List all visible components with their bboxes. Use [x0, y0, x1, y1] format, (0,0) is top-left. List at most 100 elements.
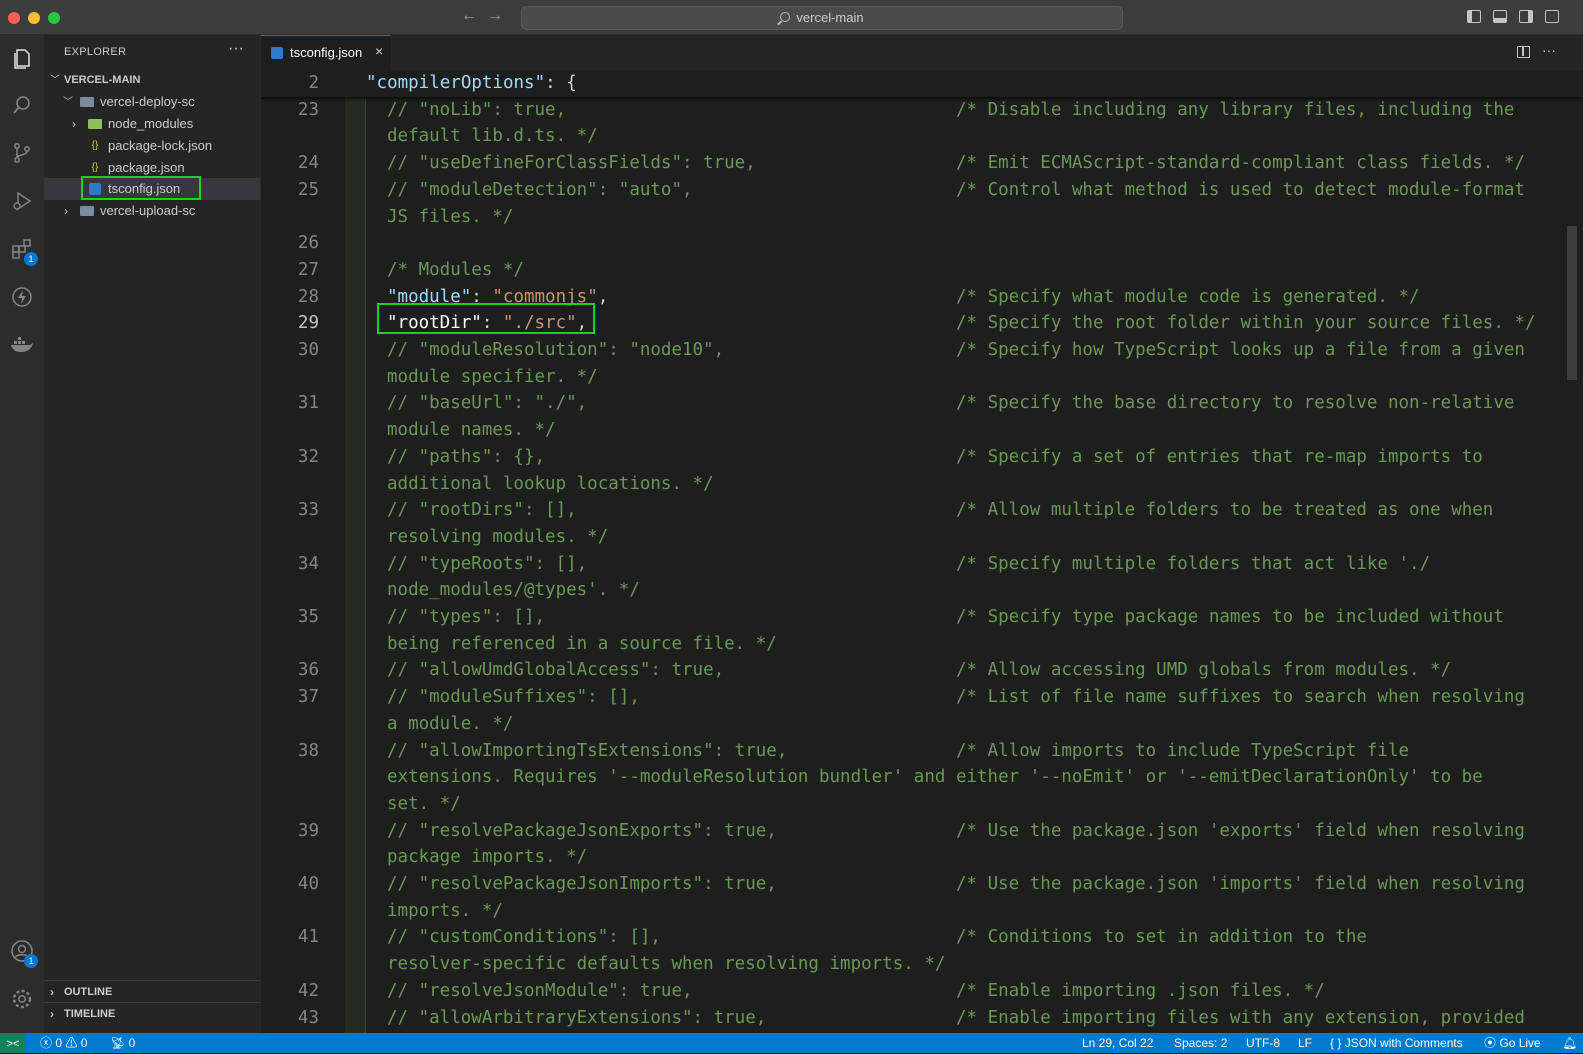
json-key: "compilerOptions": [366, 73, 546, 93]
minimize-window-button[interactable]: [28, 12, 40, 24]
tree-item-package-lock-json[interactable]: {} package-lock.json: [44, 135, 260, 157]
chevron-down-icon: ﹀: [63, 97, 73, 108]
wrapped-comment: JS files. */: [387, 206, 514, 227]
end-of-line[interactable]: LF: [1298, 1033, 1312, 1053]
status-bar: >< ⓧ 0 ⚠ 0 📡︎ 0 Ln 29, Col 22 Spaces: 2 …: [0, 1033, 1583, 1053]
line-code: // "moduleResolution": "node10",: [387, 340, 725, 360]
wrapped-comment: being referenced in a source file. */: [387, 633, 777, 654]
outline-label: OUTLINE: [64, 986, 113, 998]
ports-indicator[interactable]: 📡︎ 0: [110, 1033, 135, 1053]
language-label: JSON with Comments: [1344, 1036, 1463, 1050]
tree-item-label: package-lock.json: [108, 138, 213, 153]
gear-icon[interactable]: [8, 985, 36, 1013]
command-center-search[interactable]: vercel-main: [521, 6, 1123, 30]
sticky-scroll-header[interactable]: 2 "compilerOptions": {: [261, 70, 1583, 97]
close-window-button[interactable]: [8, 12, 20, 24]
run-debug-icon[interactable]: [8, 187, 36, 215]
problems-indicator[interactable]: ⓧ 0 ⚠ 0: [40, 1033, 87, 1053]
line-code: // "paths": {},: [387, 446, 546, 467]
chevron-right-icon: ›: [50, 1007, 54, 1021]
tree-item-package-json[interactable]: {} package.json: [44, 157, 260, 179]
json-key: "module": [387, 286, 472, 307]
customize-layout-icon[interactable]: [1545, 10, 1559, 23]
line-code: // "allowUmdGlobalAccess": true,: [387, 660, 725, 681]
chevron-down-icon: ﹀: [50, 75, 60, 86]
toggle-secondary-sidebar-icon[interactable]: [1519, 10, 1533, 23]
line-comment: /* Specify multiple folders that act lik…: [956, 553, 1431, 574]
line-comment: /* Allow imports to include TypeScript f…: [956, 740, 1410, 761]
line-comment: /* Specify how TypeScript looks up a fil…: [956, 340, 1525, 360]
go-live-button[interactable]: ⦿ Go Live: [1484, 1033, 1541, 1053]
workspace-root[interactable]: ﹀ VERCEL-MAIN: [44, 69, 260, 91]
zoom-window-button[interactable]: [48, 12, 60, 24]
editor-tab-bar: tsconfig.json × ···: [261, 35, 1583, 70]
timeline-section[interactable]: › TIMELINE: [44, 1002, 260, 1025]
line-code: /* Modules */: [387, 259, 524, 280]
line-code: // "noLib": true,: [387, 99, 567, 120]
tree-item-vercel-upload-sc[interactable]: › vercel-upload-sc: [44, 200, 260, 222]
toggle-panel-icon[interactable]: [1493, 10, 1507, 23]
editor-more-actions-icon[interactable]: ···: [1542, 42, 1556, 58]
chevron-right-icon: ›: [50, 985, 54, 999]
accounts-badge: 1: [24, 954, 38, 968]
folder-icon: [88, 119, 102, 129]
docker-icon[interactable]: [8, 331, 36, 359]
line-number: 34: [297, 553, 319, 574]
extensions-badge: 1: [24, 252, 38, 266]
line-number: 38: [297, 740, 319, 761]
toggle-sidebar-icon[interactable]: [1467, 10, 1481, 23]
back-arrow-icon[interactable]: ←: [461, 7, 477, 25]
line-number: 31: [297, 393, 319, 414]
chevron-right-icon: ›: [72, 117, 76, 131]
extensions-icon[interactable]: 1: [8, 235, 38, 266]
tree-item-vercel-deploy-sc[interactable]: ﹀ vercel-deploy-sc: [44, 91, 260, 113]
line-comment: /* Enable importing files with any exten…: [956, 1007, 1525, 1028]
line-code: // "allowArbitraryExtensions": true,: [387, 1007, 767, 1028]
source-control-icon[interactable]: [8, 139, 36, 167]
line-number: 29: [297, 313, 319, 334]
tree-item-node-modules[interactable]: › node_modules: [44, 113, 260, 135]
wrapped-comment: resolving modules. */: [387, 526, 609, 547]
line-comment: /* Allow multiple folders to be treated …: [956, 500, 1494, 521]
accounts-icon[interactable]: 1: [8, 937, 38, 968]
line-number: 25: [297, 179, 319, 200]
line-comment: /* Specify the base directory to resolve…: [956, 393, 1515, 414]
line-code: // "typeRoots": [],: [387, 553, 588, 574]
line-comment: /* List of file name suffixes to search …: [956, 687, 1525, 708]
language-mode[interactable]: { } JSON with Comments: [1330, 1033, 1463, 1053]
code-editor[interactable]: 2 "compilerOptions": { 23 // "noLib": tru…: [261, 70, 1583, 1033]
tree-item-tsconfig-json[interactable]: tsconfig.json: [44, 178, 260, 200]
indent-guide: [345, 96, 365, 1033]
outline-section[interactable]: › OUTLINE: [44, 980, 260, 1003]
wrapped-comment: imports. */: [387, 900, 503, 921]
notifications-icon[interactable]: 🔔︎: [1562, 1033, 1577, 1053]
activity-bar: 1 1: [0, 35, 44, 1033]
line-comment: /* Specify a set of entries that re-map …: [956, 446, 1483, 467]
punctuation: :: [471, 286, 493, 307]
line-code: // "types": [],: [387, 607, 546, 627]
line-comment: /* Conditions to set in addition to the: [956, 927, 1367, 948]
line-comment: /* Specify type package names to be incl…: [956, 607, 1504, 627]
remote-indicator[interactable]: ><: [0, 1033, 26, 1053]
cursor-position[interactable]: Ln 29, Col 22: [1082, 1033, 1153, 1053]
line-number: 35: [297, 607, 319, 627]
forward-arrow-icon[interactable]: →: [487, 7, 503, 25]
lightning-icon[interactable]: [8, 283, 36, 311]
encoding[interactable]: UTF-8: [1246, 1033, 1280, 1053]
tab-tsconfig-json[interactable]: tsconfig.json ×: [261, 35, 391, 70]
wrapped-comment: extensions. Requires '--moduleResolution…: [387, 767, 1483, 788]
explorer-icon[interactable]: [8, 45, 36, 73]
close-tab-icon[interactable]: ×: [375, 43, 383, 59]
tsconfig-file-icon: [271, 47, 283, 59]
tree-item-label: package.json: [108, 160, 185, 175]
json-file-icon: {}: [91, 140, 99, 151]
more-actions-button[interactable]: ···: [228, 40, 244, 58]
indent-guide-line: [365, 96, 366, 1033]
title-bar: ← → vercel-main: [0, 0, 1583, 35]
line-comment: /* Allow accessing UMD globals from modu…: [956, 660, 1452, 681]
vertical-scrollbar-thumb[interactable]: [1567, 226, 1577, 380]
search-sidebar-icon[interactable]: [8, 91, 36, 119]
indentation[interactable]: Spaces: 2: [1174, 1033, 1227, 1053]
wrapped-comment: resolver-specific defaults when resolvin…: [387, 954, 946, 975]
split-editor-icon[interactable]: [1517, 46, 1530, 58]
